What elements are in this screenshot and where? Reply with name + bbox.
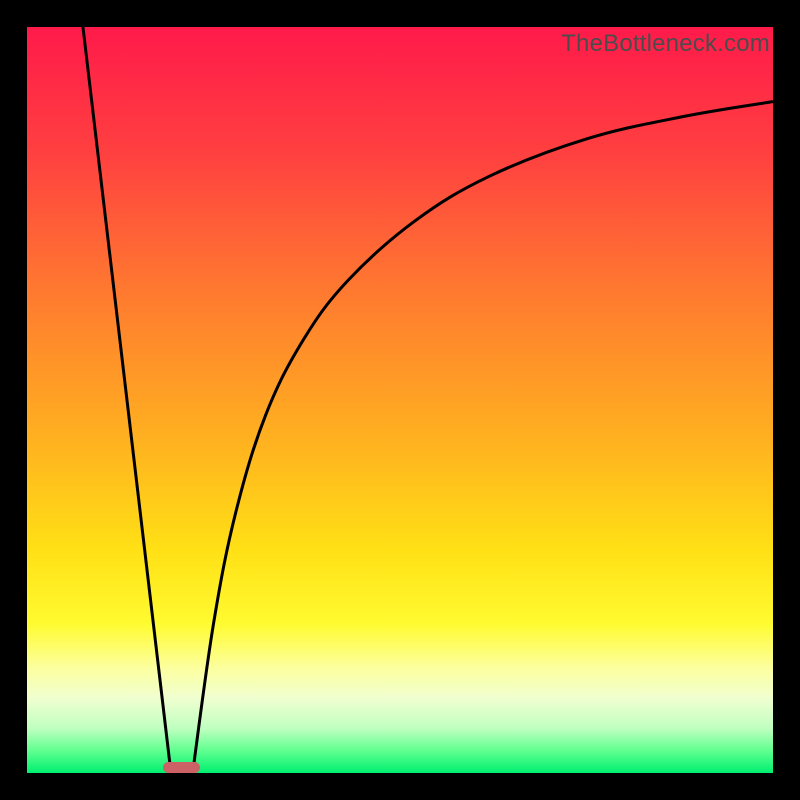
watermark-text: TheBottleneck.com	[561, 30, 770, 58]
plot-area	[27, 27, 773, 773]
right-curve	[193, 102, 773, 773]
curve-layer	[27, 27, 773, 773]
left-line	[83, 27, 171, 773]
bottleneck-marker	[163, 762, 200, 773]
chart-container: TheBottleneck.com	[0, 0, 800, 800]
